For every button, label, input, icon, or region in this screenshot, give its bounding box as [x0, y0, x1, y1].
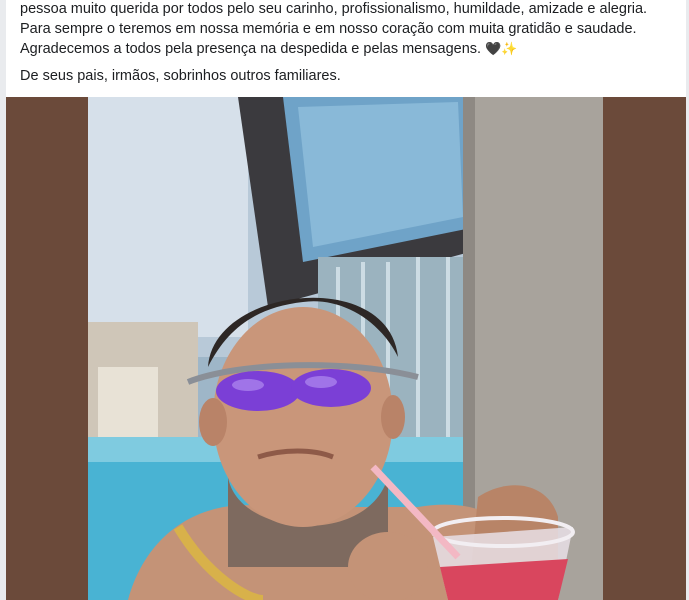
- photo-frame: [6, 97, 686, 600]
- post-signature: De seus pais, irmãos, sobrinhos outros f…: [20, 68, 341, 84]
- post-text-line: pessoa muito querida por todos pelo seu …: [20, 1, 648, 17]
- post-text-line-content: Agradecemos a todos pela presença na des…: [20, 41, 482, 57]
- post-photo[interactable]: [88, 97, 603, 600]
- photo-illustration: [88, 97, 603, 600]
- post-text-line: Para sempre o teremos em nossa memória e…: [20, 21, 637, 37]
- post-card: pessoa muito querida por todos pelo seu …: [6, 0, 686, 600]
- heart-sparkles-icon: 🖤✨: [485, 42, 518, 57]
- post-text-line: Agradecemos a todos pela presença na des…: [20, 40, 518, 60]
